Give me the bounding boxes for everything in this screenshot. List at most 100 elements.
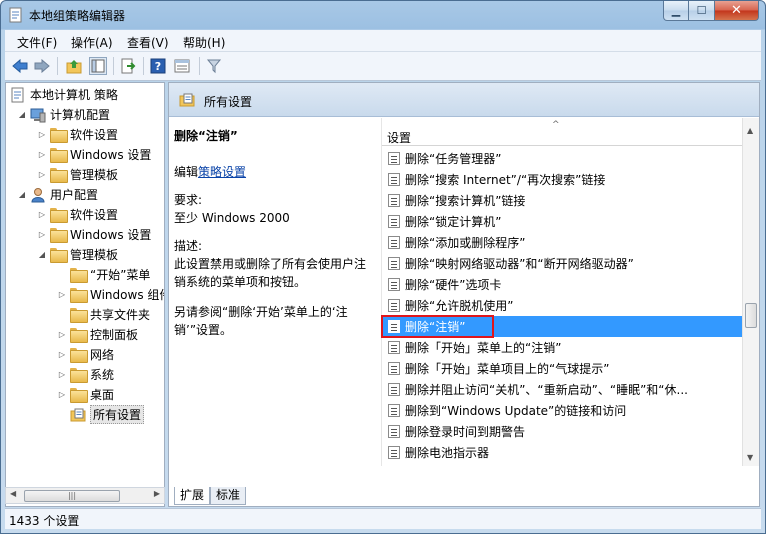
list-item-label: 删除“搜索 Internet”/“再次搜索”链接	[405, 173, 606, 187]
list-item[interactable]: 删除“硬件”选项卡	[382, 274, 742, 295]
folder-icon	[70, 268, 88, 283]
back-button[interactable]	[11, 57, 29, 75]
tree-label: 管理模板	[70, 168, 119, 182]
policy-setting-icon	[388, 194, 400, 207]
collapsed-triangle-icon[interactable]: ▷	[36, 150, 48, 159]
list-item[interactable]: 删除「开始」菜单上的“注销”	[382, 337, 742, 358]
tree-item-cc-software[interactable]: ▷ 软件设置	[36, 125, 118, 144]
tree-label: 软件设置	[70, 208, 119, 222]
export-list-button[interactable]	[119, 57, 137, 75]
edit-policy-link[interactable]: 策略设置	[198, 165, 246, 179]
column-header-setting[interactable]: ^ 设置	[382, 120, 742, 146]
list-item-label: 删除“映射网络驱动器”和“断开网络驱动器”	[405, 257, 634, 271]
up-folder-button[interactable]	[65, 57, 83, 75]
tree-horizontal-scrollbar[interactable]: ◀ ||| ▶	[5, 487, 165, 504]
tree-item-cc-admin[interactable]: ▷ 管理模板	[36, 165, 118, 184]
expanded-triangle-icon[interactable]: ◢	[36, 250, 48, 259]
description-label: 描述:	[174, 239, 203, 253]
properties-icon	[174, 59, 190, 73]
policy-setting-icon	[388, 257, 400, 270]
tree-item-start-menu[interactable]: “开始”菜单	[56, 265, 150, 284]
list-item-label: 删除并阻止访问“关机”、“重新启动”、“睡眠”和“休...	[405, 383, 688, 397]
toolbar: ?	[5, 52, 761, 81]
tree-item-control-panel[interactable]: ▷ 控制面板	[56, 325, 138, 344]
maximize-button[interactable]: ☐	[689, 1, 715, 21]
menu-help[interactable]: 帮助(H)	[183, 34, 225, 51]
tree-item-windows-components[interactable]: ▷ Windows 组件	[56, 285, 164, 304]
expanded-triangle-icon[interactable]: ◢	[16, 110, 28, 119]
menu-file[interactable]: 文件(F)	[17, 34, 57, 51]
collapsed-triangle-icon[interactable]: ▷	[56, 290, 68, 299]
tree-item-uc-software[interactable]: ▷ 软件设置	[36, 205, 118, 224]
tree-item-shared-folders[interactable]: 共享文件夹	[56, 305, 150, 324]
tree-label: 软件设置	[70, 128, 119, 142]
list-item[interactable]: 删除到“Windows Update”的链接和访问	[382, 400, 742, 421]
help-button[interactable]: ?	[149, 57, 167, 75]
tree-item-computer-config[interactable]: ◢ 计算机配置	[16, 105, 110, 124]
scroll-thumb[interactable]	[745, 303, 757, 328]
filter-button[interactable]	[205, 57, 223, 75]
list-item[interactable]: 删除“任务管理器”	[382, 148, 742, 169]
list-item[interactable]: 删除电池指示器	[382, 442, 742, 463]
menu-action[interactable]: 操作(A)	[71, 34, 113, 51]
collapsed-triangle-icon[interactable]: ▷	[56, 370, 68, 379]
description-panel: 删除“注销” 编辑策略设置 要求: 至少 Windows 2000 描述: 此设…	[174, 127, 374, 351]
list-item[interactable]: 删除“添加或删除程序”	[382, 232, 742, 253]
policy-setting-icon	[388, 446, 400, 459]
show-hide-tree-button[interactable]	[89, 57, 107, 75]
title-bar[interactable]: 本地组策略编辑器 ▁ ☐ ✕	[1, 1, 765, 29]
collapsed-triangle-icon[interactable]: ▷	[56, 350, 68, 359]
list-vertical-scrollbar[interactable]: ▲ ▼	[742, 118, 759, 466]
minimize-button[interactable]: ▁	[663, 1, 689, 21]
menu-bar: 文件(F) 操作(A) 查看(V) 帮助(H)	[5, 30, 761, 52]
collapsed-triangle-icon[interactable]: ▷	[36, 170, 48, 179]
tree-item-cc-windows[interactable]: ▷ Windows 设置	[36, 145, 151, 164]
scroll-left-arrow-icon[interactable]: ◀	[10, 489, 16, 498]
tree-item-user-config[interactable]: ◢ 用户配置	[16, 185, 98, 204]
see-also-text: 另请参阅“删除‘开始’菜单上的‘注销’”设置。	[174, 305, 348, 337]
forward-button[interactable]	[33, 57, 51, 75]
tab-standard[interactable]: 标准	[210, 487, 247, 505]
svg-text:?: ?	[155, 60, 161, 73]
tree-label: Windows 设置	[70, 228, 152, 242]
scroll-up-arrow-icon[interactable]: ▲	[747, 126, 753, 135]
list-item[interactable]: 删除“搜索计算机”链接	[382, 190, 742, 211]
tab-extended[interactable]: 扩展	[174, 487, 211, 505]
list-item[interactable]: 删除并阻止访问“关机”、“重新启动”、“睡眠”和“休...	[382, 379, 742, 400]
collapsed-triangle-icon[interactable]: ▷	[56, 330, 68, 339]
tree-item-network[interactable]: ▷ 网络	[56, 345, 114, 364]
pane-header: 所有设置	[169, 83, 759, 117]
tree-item-desktop[interactable]: ▷ 桌面	[56, 385, 114, 404]
scroll-thumb[interactable]: |||	[24, 490, 120, 502]
back-arrow-icon	[12, 59, 28, 73]
window-title: 本地组策略编辑器	[29, 9, 126, 23]
list-item[interactable]: 删除登录时间到期警告	[382, 421, 742, 442]
list-item-selected[interactable]: 删除“注销”	[381, 315, 742, 338]
folder-icon	[70, 368, 88, 383]
properties-button[interactable]	[173, 57, 191, 75]
menu-view[interactable]: 查看(V)	[127, 34, 169, 51]
list-item[interactable]: 删除“搜索 Internet”/“再次搜索”链接	[382, 169, 742, 190]
folder-icon	[50, 228, 68, 243]
close-button[interactable]: ✕	[715, 1, 759, 21]
scroll-right-arrow-icon[interactable]: ▶	[154, 489, 160, 498]
collapsed-triangle-icon[interactable]: ▷	[36, 130, 48, 139]
tree-label: 控制面板	[90, 328, 139, 342]
tree-label: 本地计算机 策略	[30, 88, 118, 102]
list-item[interactable]: 删除“允许脱机使用”	[382, 295, 742, 316]
tree-item-uc-admin[interactable]: ◢ 管理模板	[36, 245, 118, 264]
tree-item-uc-windows[interactable]: ▷ Windows 设置	[36, 225, 151, 244]
expanded-triangle-icon[interactable]: ◢	[16, 190, 28, 199]
list-item[interactable]: 删除「开始」菜单项目上的“气球提示”	[382, 358, 742, 379]
collapsed-triangle-icon[interactable]: ▷	[56, 390, 68, 399]
tree-item-all-settings[interactable]: 所有设置	[56, 405, 145, 424]
folder-icon	[50, 148, 68, 163]
collapsed-triangle-icon[interactable]: ▷	[36, 230, 48, 239]
list-item[interactable]: 删除“映射网络驱动器”和“断开网络驱动器”	[382, 253, 742, 274]
list-item[interactable]: 删除“锁定计算机”	[382, 211, 742, 232]
scroll-down-arrow-icon[interactable]: ▼	[747, 453, 753, 462]
console-tree: 本地计算机 策略 ◢ 计算机配置 ▷ 软件设置 ▷ Windows 设置 ▷ 管…	[5, 82, 165, 507]
collapsed-triangle-icon[interactable]: ▷	[36, 210, 48, 219]
tree-item-root[interactable]: 本地计算机 策略	[10, 85, 118, 104]
tree-item-system[interactable]: ▷ 系统	[56, 365, 114, 384]
